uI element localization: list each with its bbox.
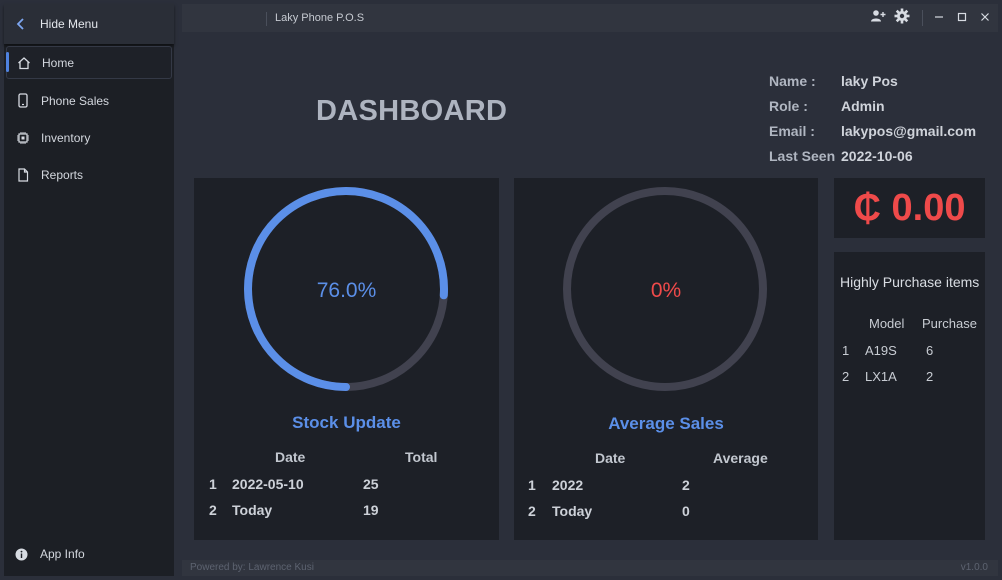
items-row-model: LX1A — [865, 369, 897, 384]
items-row-purchase: 2 — [926, 369, 934, 384]
profile-value: lakypos@gmail.com — [841, 122, 977, 139]
sidebar-item-inventory[interactable]: Inventory — [4, 119, 174, 156]
info-icon — [15, 548, 31, 561]
page-title: DASHBOARD — [316, 95, 508, 127]
items-row-model: A19S — [865, 343, 897, 358]
sidebar-item-label: Reports — [41, 167, 84, 182]
stock-date-header: Date — [275, 449, 306, 465]
sidebar-item-label: Inventory — [41, 130, 91, 145]
add-user-button[interactable] — [868, 9, 888, 27]
average-row-date: Today — [552, 503, 593, 519]
profile-value: Admin — [841, 97, 885, 114]
stock-update-title: Stock Update — [292, 413, 401, 432]
profile-value: 2022-10-06 — [841, 147, 913, 164]
hide-menu-button[interactable]: Hide Menu — [4, 4, 174, 44]
stock-row-total: 19 — [363, 502, 379, 518]
average-sales-panel: 0% Average Sales Date Average 1 2022 2 2… — [514, 178, 818, 540]
profile-name-row: Name : laky Pos — [769, 68, 976, 93]
user-profile: Name : laky Pos Role : Admin Email : lakypo… — [769, 68, 976, 168]
sidebar-item-reports[interactable]: Reports — [4, 156, 174, 193]
items-row-purchase: 6 — [926, 343, 934, 358]
title-divider — [266, 12, 267, 26]
stock-row-number: 2 — [209, 502, 217, 518]
sidebar-item-label: Phone Sales — [41, 93, 110, 108]
items-purchase-header: Purchase — [922, 316, 977, 331]
average-percent: 0% — [650, 279, 682, 302]
close-button[interactable] — [978, 9, 992, 27]
profile-label: Role : — [769, 97, 808, 114]
sidebar: Hide Menu Home Phone Sales Inventory Rep… — [4, 4, 174, 576]
chevron-left-icon — [16, 18, 30, 30]
gear-icon — [894, 8, 910, 29]
app-title: Laky Phone P.O.S — [275, 12, 365, 24]
items-row-number: 2 — [842, 369, 850, 384]
top-items-panel: Highly Purchase items Model Purchase 1 A… — [834, 252, 985, 540]
stock-row-date: 2022-05-10 — [232, 476, 304, 492]
add-user-icon — [870, 9, 886, 28]
hide-menu-label: Hide Menu — [40, 17, 99, 31]
average-row-number: 2 — [528, 503, 536, 519]
profile-label: Name : — [769, 72, 816, 89]
chip-icon — [15, 130, 31, 146]
stock-update-panel: 76.0% Stock Update Date Total 1 2022-05-… — [194, 178, 499, 540]
profile-label: Last Seen — [769, 147, 836, 164]
stock-table: Date Total 1 2022-05-10 25 2 Today 19 — [194, 449, 499, 529]
average-date-header: Date — [595, 450, 626, 466]
average-row-number: 1 — [528, 477, 536, 493]
minimize-icon — [934, 9, 944, 27]
top-items-title: Highly Purchase items — [840, 274, 980, 290]
sidebar-item-phone-sales[interactable]: Phone Sales — [4, 82, 174, 119]
minimize-button[interactable] — [932, 9, 946, 27]
maximize-icon — [957, 9, 967, 27]
app-window: Hide Menu Home Phone Sales Inventory Rep… — [0, 0, 1002, 580]
powered-by-text: Powered by: Lawrence Kusi — [190, 562, 314, 573]
profile-label: Email : — [769, 122, 815, 139]
average-row-value: 0 — [682, 503, 690, 519]
total-amount-panel: ₵ 0.00 — [834, 178, 985, 238]
items-model-header: Model — [869, 316, 905, 331]
profile-last-seen-row: Last Seen 2022-10-06 — [769, 143, 976, 168]
close-icon — [980, 9, 990, 27]
profile-value: laky Pos — [841, 72, 898, 89]
profile-email-row: Email : lakypos@gmail.com — [769, 118, 976, 143]
app-info-button[interactable]: App Info — [4, 538, 174, 570]
items-row-number: 1 — [842, 343, 850, 358]
stock-row-total: 25 — [363, 476, 379, 492]
stock-percent: 76.0% — [316, 279, 377, 302]
average-row-date: 2022 — [552, 477, 584, 493]
average-table: Date Average 1 2022 2 2 Today 0 — [514, 450, 818, 530]
total-amount: ₵ 0.00 — [853, 186, 966, 229]
home-icon — [16, 55, 32, 71]
stock-total-header: Total — [405, 449, 438, 465]
sidebar-item-label: Home — [42, 55, 75, 70]
average-value-header: Average — [713, 450, 768, 466]
status-bar: Powered by: Lawrence Kusi v1.0.0 — [182, 560, 998, 576]
document-icon — [15, 167, 31, 183]
settings-button[interactable] — [892, 8, 912, 29]
phone-icon — [15, 93, 31, 109]
title-divider — [922, 10, 923, 26]
sidebar-nav: Home Phone Sales Inventory Reports — [4, 46, 174, 193]
sidebar-item-home[interactable]: Home — [6, 46, 172, 79]
title-bar[interactable]: Laky Phone P.O.S — [182, 4, 998, 32]
top-items-table: Model Purchase 1 A19S 6 2 LX1A 2 — [834, 316, 985, 386]
stock-row-date: Today — [232, 502, 273, 518]
maximize-button[interactable] — [955, 9, 969, 27]
average-row-value: 2 — [682, 477, 690, 493]
version-text: v1.0.0 — [960, 562, 988, 573]
stock-row-number: 1 — [209, 476, 217, 492]
profile-role-row: Role : Admin — [769, 93, 976, 118]
average-sales-title: Average Sales — [608, 414, 724, 433]
app-info-label: App Info — [40, 547, 85, 561]
